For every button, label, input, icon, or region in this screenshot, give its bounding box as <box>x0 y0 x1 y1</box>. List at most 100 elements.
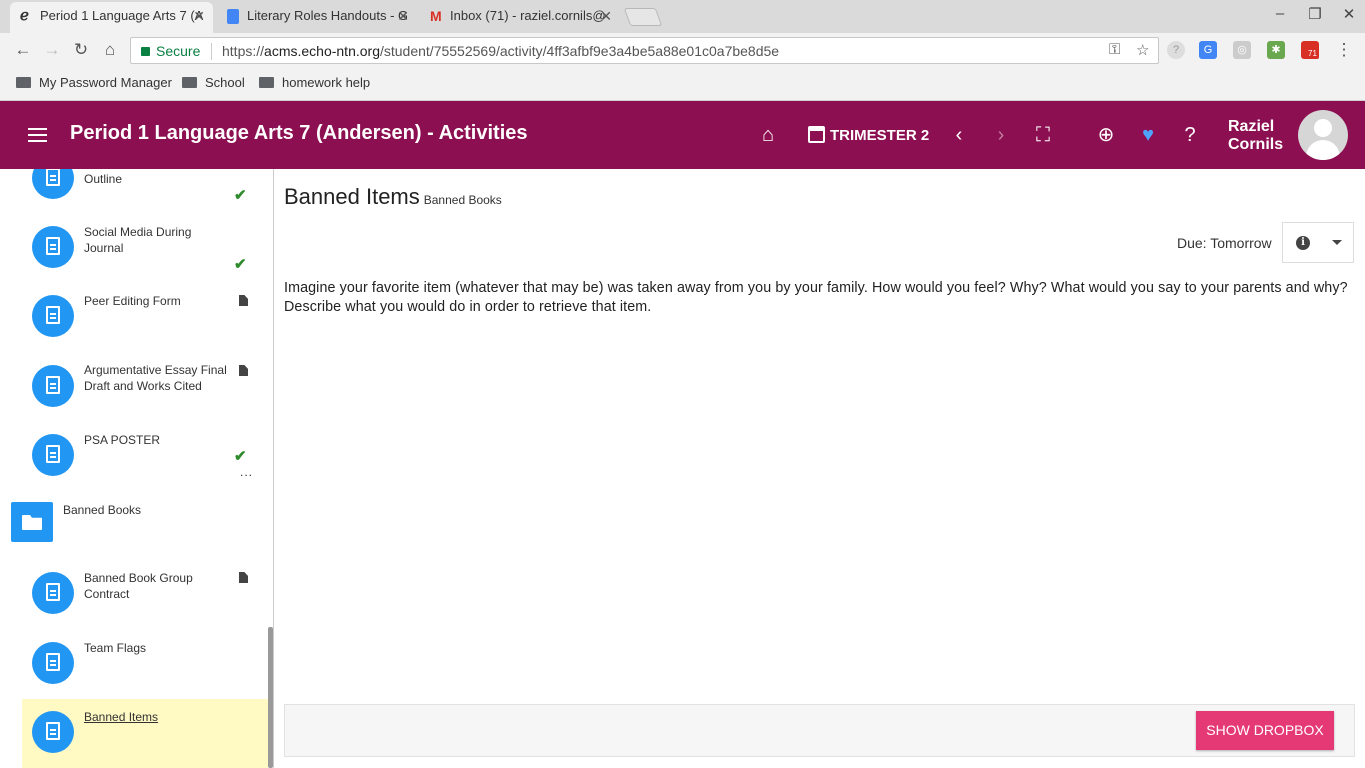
tab-echo[interactable]: ℯ Period 1 Language Arts 7 (Andersen) ✕ <box>10 2 213 33</box>
new-tab-button[interactable] <box>623 8 663 26</box>
url-bar[interactable]: Secure https://acms.echo-ntn.org/student… <box>130 37 1159 64</box>
activity-item-outline[interactable]: Outline ✔ <box>22 169 268 214</box>
show-dropbox-button[interactable]: SHOW DROPBOX <box>1196 711 1334 750</box>
more-options-icon[interactable]: ... <box>240 465 253 479</box>
activity-label: Peer Editing Form <box>84 294 181 308</box>
browser-tab-bar: ℯ Period 1 Language Arts 7 (Andersen) ✕ … <box>0 0 1365 33</box>
activity-folder-label: Banned Books <box>423 193 502 207</box>
gmail-icon: M <box>430 8 442 24</box>
user-name[interactable]: Raziel Cornils <box>1228 118 1283 154</box>
activity-content: Banned Items Banned Books Due: Tomorrow i… <box>274 169 1365 768</box>
chevron-right-icon[interactable]: › <box>989 123 1013 147</box>
activity-item-social-media-journal[interactable]: Social Media During Journal ✔ <box>22 214 268 283</box>
activity-prompt: Imagine your favorite item (whatever tha… <box>284 280 1348 315</box>
bookmark-password-manager[interactable]: My Password Manager <box>16 75 172 90</box>
home-icon[interactable]: ⌂ <box>756 123 780 147</box>
google-docs-icon <box>227 9 239 24</box>
echo-icon: ℯ <box>20 7 29 24</box>
activity-item-banned-items[interactable]: Banned Items <box>22 699 268 768</box>
activity-label: Banned Items <box>84 710 159 724</box>
lock-icon <box>141 47 150 56</box>
address-toolbar: ← → ↻ ⌂ Secure https://acms.echo-ntn.org… <box>0 33 1365 67</box>
activity-label: Social Media During Journal <box>84 225 192 255</box>
folder-banned-books[interactable]: Banned Books <box>0 494 268 554</box>
help-icon[interactable]: ? <box>1178 123 1202 147</box>
folder-icon <box>259 77 274 88</box>
reload-icon[interactable]: ↻ <box>70 39 92 61</box>
term-selector[interactable]: TRIMESTER 2 <box>808 126 929 144</box>
chrome-menu-icon[interactable]: ⋮ <box>1333 39 1355 61</box>
back-icon[interactable]: ← <box>12 39 34 61</box>
file-icon <box>239 572 248 583</box>
caret-down-icon[interactable] <box>1332 240 1342 245</box>
activity-item-team-flags[interactable]: Team Flags <box>22 630 268 699</box>
document-icon <box>32 226 74 268</box>
url-text[interactable]: https://acms.echo-ntn.org/student/755525… <box>222 43 779 59</box>
sidebar-scrollbar[interactable] <box>268 627 273 768</box>
tab-gmail[interactable]: M Inbox (71) - raziel.cornils@ ✕ <box>420 2 620 33</box>
file-icon <box>239 295 248 306</box>
bookmark-icon <box>16 77 31 88</box>
star-icon[interactable]: ☆ <box>1136 41 1149 59</box>
document-icon <box>32 365 74 407</box>
gmail-badge: 71 <box>1306 49 1319 59</box>
extension-icon[interactable]: ◎ <box>1233 41 1251 59</box>
folder-label: Banned Books <box>63 503 142 517</box>
tab-label: Period 1 Language Arts 7 (Andersen) <box>40 8 203 23</box>
activity-item-group-contract[interactable]: Banned Book Group Contract <box>22 560 268 629</box>
document-icon <box>32 434 74 476</box>
calendar-icon <box>808 126 825 143</box>
google-translate-icon[interactable]: G <box>1199 41 1217 59</box>
activity-info-dropdown[interactable]: i <box>1282 222 1354 263</box>
restore-icon[interactable]: ❐ <box>1305 5 1325 23</box>
due-date: Due: Tomorrow <box>1177 235 1272 251</box>
info-icon[interactable]: i <box>1296 236 1310 250</box>
activity-item-peer-editing[interactable]: Peer Editing Form <box>22 283 268 352</box>
tab-google-docs[interactable]: Literary Roles Handouts - Google Docs ✕ <box>217 2 417 33</box>
activity-title: Banned Items Banned Books <box>284 184 502 209</box>
app-header: Period 1 Language Arts 7 (Andersen) - Ac… <box>0 101 1365 169</box>
file-icon <box>239 365 248 376</box>
close-icon[interactable]: ✕ <box>193 2 205 30</box>
document-icon <box>32 295 74 337</box>
check-icon: ✔ <box>234 448 247 465</box>
check-icon: ✔ <box>234 187 247 204</box>
bookmark-folder-school[interactable]: School <box>182 75 245 90</box>
document-icon <box>32 572 74 614</box>
close-icon[interactable]: ✕ <box>397 2 409 30</box>
dropbox-bar: SHOW DROPBOX <box>284 704 1355 757</box>
close-window-icon[interactable]: ✕ <box>1339 5 1359 23</box>
heart-icon[interactable]: ♥ <box>1136 123 1160 147</box>
hamburger-menu-icon[interactable] <box>28 128 47 142</box>
activity-item-argumentative-essay[interactable]: Argumentative Essay Final Draft and Work… <box>22 353 268 422</box>
extension-tree-icon[interactable]: ✱ <box>1267 41 1285 59</box>
activity-label: Team Flags <box>84 641 147 655</box>
extension-help-icon[interactable]: ? <box>1167 41 1185 59</box>
document-icon <box>32 711 74 753</box>
activity-label: PSA POSTER <box>84 433 161 447</box>
divider <box>211 43 212 60</box>
key-icon[interactable]: ⚿ <box>1109 41 1120 58</box>
fullscreen-icon[interactable]: ⛶ <box>1031 123 1055 147</box>
folder-open-icon <box>11 502 53 542</box>
activity-sidebar[interactable]: Outline ✔ Social Media During Journal ✔ … <box>0 169 274 768</box>
chevron-left-icon[interactable]: ‹ <box>947 123 971 147</box>
document-icon <box>32 169 74 199</box>
tab-label: Inbox (71) - raziel.cornils@ <box>450 8 606 23</box>
tab-label: Literary Roles Handouts - Google Docs <box>247 8 407 23</box>
close-icon[interactable]: ✕ <box>600 2 612 30</box>
activity-label: Argumentative Essay Final Draft and Work… <box>84 363 227 393</box>
minimize-icon[interactable]: – <box>1270 5 1290 22</box>
home-icon[interactable]: ⌂ <box>99 39 121 61</box>
avatar[interactable] <box>1298 110 1348 160</box>
activity-label: Banned Book Group Contract <box>84 571 193 601</box>
secure-indicator[interactable]: Secure <box>141 43 200 59</box>
document-icon <box>32 642 74 684</box>
bookmark-folder-homework-help[interactable]: homework help <box>259 75 370 90</box>
forward-icon[interactable]: → <box>41 39 63 61</box>
check-icon: ✔ <box>234 256 247 273</box>
activity-item-psa-poster[interactable]: PSA POSTER ✔ <box>22 422 268 491</box>
page-title: Period 1 Language Arts 7 (Andersen) - Ac… <box>70 122 528 144</box>
gmail-extension-icon[interactable]: 71 <box>1301 41 1319 59</box>
add-icon[interactable]: ⊕ <box>1094 123 1118 147</box>
